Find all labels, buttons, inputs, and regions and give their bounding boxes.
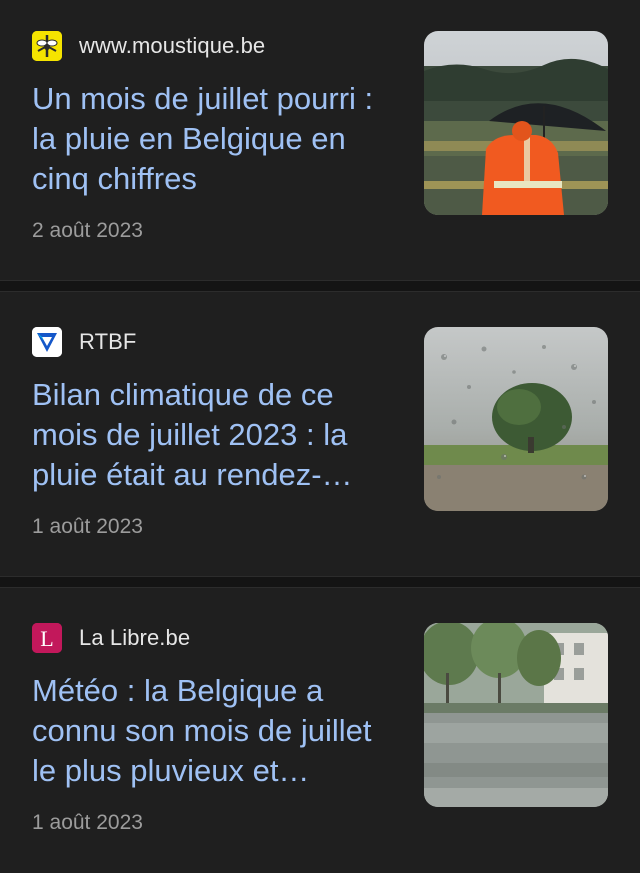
article-headline[interactable]: Bilan climatique de ce mois de juillet 2… xyxy=(32,375,402,495)
news-card[interactable]: www.moustique.be Un mois de juillet pour… xyxy=(0,0,640,280)
flooded-street-image[interactable] xyxy=(424,623,608,807)
svg-text:L: L xyxy=(40,626,53,651)
card-divider xyxy=(0,576,640,588)
la-libre-logo-icon: L xyxy=(32,623,62,653)
mosquito-icon xyxy=(32,31,62,61)
article-date: 1 août 2023 xyxy=(32,811,143,834)
source-row: www.moustique.be xyxy=(32,30,265,62)
article-date: 2 août 2023 xyxy=(32,219,143,242)
source-row: RTBF xyxy=(32,326,136,358)
article-headline[interactable]: Météo : la Belgique a connu son mois de … xyxy=(32,671,402,791)
rtbf-play-icon xyxy=(32,327,62,357)
news-card[interactable]: L La Libre.be Météo : la Belgique a conn… xyxy=(0,588,640,873)
source-name: La Libre.be xyxy=(79,625,191,650)
source-row: L La Libre.be xyxy=(32,622,190,654)
person-umbrella-rain-image[interactable] xyxy=(424,31,608,215)
tree-rainy-window-image[interactable] xyxy=(424,327,608,511)
source-name: www.moustique.be xyxy=(79,33,266,58)
article-date: 1 août 2023 xyxy=(32,515,143,538)
news-feed: www.moustique.be Un mois de juillet pour… xyxy=(0,0,640,873)
card-divider xyxy=(0,280,640,292)
source-name: RTBF xyxy=(79,329,137,354)
news-card[interactable]: RTBF Bilan climatique de ce mois de juil… xyxy=(0,292,640,576)
article-headline[interactable]: Un mois de juillet pourri : la pluie en … xyxy=(32,79,402,199)
